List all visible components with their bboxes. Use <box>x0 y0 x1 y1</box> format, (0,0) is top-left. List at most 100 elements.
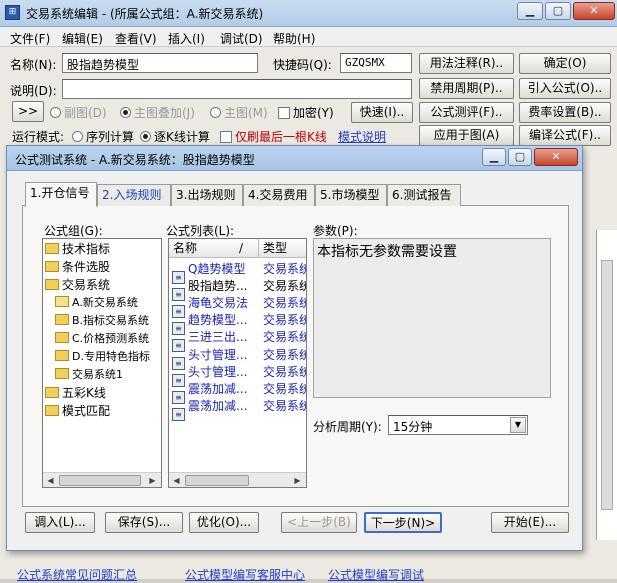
footer-link-faq[interactable]: 公式系统常见问题汇总 <box>17 566 137 583</box>
radio-kline-calc[interactable]: 逐K线计算 <box>140 128 210 145</box>
formula-test-button[interactable]: 公式测评(F).. <box>419 102 514 123</box>
formula-row[interactable]: ≡震荡加减... 交易系统 <box>172 381 306 404</box>
dialog-close-icon[interactable]: ✕ <box>534 148 578 166</box>
ok-button[interactable]: 确定(O) <box>519 53 611 74</box>
import-formula-button[interactable]: 引入公式(O).. <box>519 78 611 99</box>
formula-row[interactable]: ≡海龟交易法 交易系统 <box>172 295 306 319</box>
save-button[interactable]: 保存(S)... <box>105 512 183 533</box>
tree-item[interactable]: 交易系统1 <box>55 366 123 384</box>
formula-type: 交易系统 <box>263 313 307 328</box>
formula-type: 交易系统 <box>263 347 307 362</box>
menu-help[interactable]: 帮助(H) <box>273 30 315 47</box>
formula-name: 头寸管理... <box>188 364 248 379</box>
desc-label: 说明(D): <box>10 84 57 98</box>
last-kline-checkbox[interactable]: 仅刷最后一根K线 <box>220 128 327 145</box>
scroll-thumb[interactable] <box>601 260 613 510</box>
menu-file[interactable]: 文件(F) <box>10 30 50 47</box>
column-type-header[interactable]: 类型 <box>259 239 306 258</box>
minimize-icon[interactable]: ▁ <box>517 2 543 20</box>
shortcut-label: 快捷码(Q): <box>273 58 332 72</box>
dialog-minimize-icon[interactable]: ▁ <box>482 148 506 166</box>
fee-settings-button[interactable]: 费率设置(B).. <box>519 102 611 123</box>
formula-list[interactable]: 名称 / 类型 ≡Q趋势模型 交易系统 ≡股指趋势... 交易系统 ≡海龟交易法 交易系统 ≡… <box>168 238 307 488</box>
formula-name: 股指趋势... <box>188 279 248 294</box>
name-input[interactable]: 股指趋势模型 <box>62 53 258 73</box>
menu-view[interactable]: 查看(V) <box>115 30 157 47</box>
dialog-maximize-icon[interactable]: ▢ <box>508 148 532 166</box>
app-icon: ⊞ <box>5 5 20 20</box>
tab-entry-rules[interactable]: 2.入场规则 <box>97 184 171 206</box>
desc-input[interactable] <box>62 79 412 99</box>
close-icon[interactable]: ✕ <box>573 2 615 20</box>
load-button[interactable]: 调入(L)... <box>25 512 95 533</box>
chevron-down-icon[interactable]: ▼ <box>510 417 526 433</box>
menu-insert[interactable]: 插入(I) <box>168 30 205 47</box>
tree-item[interactable]: B.指标交易系统 <box>55 312 149 330</box>
formula-row[interactable]: ≡趋势模型... 交易系统 <box>172 312 307 336</box>
name-label: 名称(N): <box>10 58 57 72</box>
prev-step-button[interactable]: <上一步(B) <box>281 512 357 533</box>
scroll-thumb[interactable] <box>59 475 141 486</box>
folder-icon <box>55 368 69 379</box>
radio-subchart[interactable]: 副图(D) <box>50 104 107 121</box>
footer-link-service[interactable]: 公式模型编写客服中心 <box>185 566 305 583</box>
scroll-left-icon[interactable]: ◀ <box>170 474 183 487</box>
optimize-button[interactable]: 优化(O)... <box>189 512 259 533</box>
formula-row[interactable]: ≡Q趋势模型 交易系统 <box>172 261 306 284</box>
tree-item[interactable]: 模式匹配 <box>45 402 110 420</box>
folder-icon <box>45 261 59 272</box>
formula-name: 海龟交易法 <box>188 296 249 311</box>
next-step-button[interactable]: 下一步(N)> <box>364 512 442 533</box>
tree-item[interactable]: 五彩K线 <box>45 384 106 402</box>
group-tree[interactable]: 技术指标 条件选股 交易系统 A.新交易系统 B.指标交易系统 C.价格预测系统… <box>42 238 162 488</box>
column-name-header[interactable]: 名称 / <box>169 239 259 258</box>
editor-scrollbar[interactable] <box>596 230 617 540</box>
folder-icon <box>55 332 69 343</box>
shortcut-input[interactable]: GZQSMX <box>340 53 412 73</box>
mode-help-link[interactable]: 模式说明 <box>338 128 386 145</box>
radio-main-overlay[interactable]: 主图叠加(J) <box>120 104 195 121</box>
formula-row[interactable]: ≡股指趋势... 交易系统 <box>172 278 307 302</box>
start-button[interactable]: 开始(E)... <box>491 512 569 533</box>
scroll-right-icon[interactable]: ▶ <box>291 474 304 487</box>
tab-test-report[interactable]: 6.测试报告 <box>387 184 461 206</box>
footer-link-debug[interactable]: 公式模型编写调试 <box>328 566 424 583</box>
scroll-right-icon[interactable]: ▶ <box>146 474 159 487</box>
group-label: 公式组(G): <box>44 224 103 238</box>
maximize-icon[interactable]: ▢ <box>545 2 571 20</box>
radio-sequence-calc[interactable]: 序列计算 <box>72 128 134 145</box>
tab-market-model[interactable]: 5.市场模型 <box>315 184 387 206</box>
formula-name: 三进三出... <box>188 330 248 345</box>
formula-row[interactable]: ≡头寸管理... 交易系统 <box>172 347 307 370</box>
tab-trade-fees[interactable]: 4.交易费用 <box>243 184 315 206</box>
list-hscroll[interactable]: ◀ ▶ <box>169 472 306 487</box>
formula-row[interactable]: ≡震荡加减... 交易系统 <box>172 398 306 421</box>
usage-notes-button[interactable]: 用法注释(R).. <box>419 53 514 74</box>
formula-type: 交易系统 <box>263 279 307 294</box>
tab-open-signal[interactable]: 1.开仓信号 <box>25 182 97 207</box>
formula-type: 交易系统 <box>263 364 307 379</box>
compile-formula-button[interactable]: 编译公式(F).. <box>519 125 611 146</box>
tree-hscroll[interactable]: ◀ ▶ <box>43 472 161 487</box>
tree-item[interactable]: D.专用特色指标 <box>55 348 150 366</box>
menu-debug[interactable]: 调试(D) <box>220 30 263 47</box>
apply-to-chart-button[interactable]: 应用于图(A) <box>419 125 514 146</box>
disabled-period-button[interactable]: 禁用周期(P).. <box>419 78 514 99</box>
scroll-left-icon[interactable]: ◀ <box>44 474 57 487</box>
param-text: 本指标无参数需要设置 <box>317 244 457 260</box>
tree-item[interactable]: 条件选股 <box>45 258 110 276</box>
expand-button[interactable]: >> <box>12 101 44 122</box>
tab-exit-rules[interactable]: 3.出场规则 <box>171 184 243 206</box>
tree-item[interactable]: C.价格预测系统 <box>55 330 149 348</box>
tree-item[interactable]: 交易系统 <box>45 276 110 294</box>
tree-item-selected[interactable]: A.新交易系统 <box>55 294 138 312</box>
radio-main-chart[interactable]: 主图(M) <box>210 104 268 121</box>
formula-row[interactable]: ≡三进三出... 交易系统 <box>172 329 306 353</box>
menu-edit[interactable]: 编辑(E) <box>62 30 103 47</box>
formula-row[interactable]: ≡头寸管理... 交易系统 <box>172 364 307 387</box>
quick-button[interactable]: 快速(I).. <box>351 102 413 123</box>
encrypt-checkbox[interactable]: 加密(Y) <box>278 104 334 121</box>
period-select[interactable]: 15分钟 ▼ <box>388 415 528 435</box>
tree-item[interactable]: 技术指标 <box>45 240 110 258</box>
scroll-thumb[interactable] <box>185 475 249 486</box>
